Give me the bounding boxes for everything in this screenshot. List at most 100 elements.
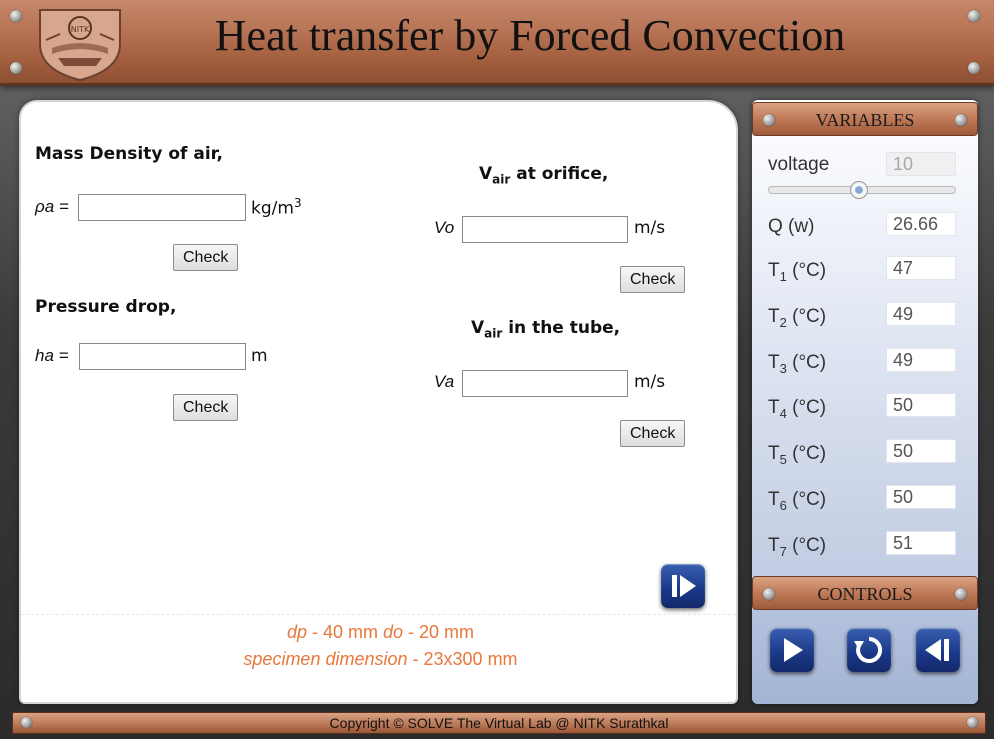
- header-banner: NITK Heat transfer by Forced Convection: [0, 0, 994, 86]
- temp-value-5: 50: [886, 439, 956, 463]
- orifice-check-button[interactable]: Check: [620, 266, 686, 293]
- next-step-button[interactable]: [661, 564, 705, 608]
- skip-forward-icon: [672, 575, 696, 597]
- density-heading: Mass Density of air,: [35, 144, 223, 164]
- q-label: Q (w): [768, 216, 815, 237]
- temp-value-6: 50: [886, 485, 956, 509]
- controls-area: CONTROLS: [752, 576, 978, 704]
- temp-label-post: (°C): [786, 260, 827, 281]
- controls-bar: CONTROLS: [752, 576, 978, 610]
- tube-label: Va: [434, 372, 455, 391]
- temp-label-post: (°C): [786, 489, 827, 510]
- screw-icon: [10, 62, 22, 74]
- temp-label-pre: T: [768, 535, 780, 556]
- nitk-logo: NITK: [36, 4, 124, 82]
- pressure-input[interactable]: [79, 343, 246, 370]
- svg-text:NITK: NITK: [71, 25, 90, 34]
- orifice-heading: Vair at orifice,: [479, 164, 608, 186]
- screw-icon: [10, 10, 22, 22]
- page-title: Heat transfer by Forced Convection: [214, 11, 846, 60]
- variables-title: VARIABLES: [815, 110, 915, 130]
- temp-label-sub: 3: [779, 360, 787, 376]
- note-dp-value: - 40 mm: [306, 622, 383, 642]
- density-unit: kg/m3: [251, 196, 302, 219]
- orifice-unit: m/s: [634, 218, 666, 238]
- step-back-icon: [925, 639, 949, 661]
- screw-icon: [955, 588, 967, 600]
- orifice-input[interactable]: [462, 216, 628, 243]
- tube-heading-main: V: [471, 318, 485, 338]
- temp-label-pre: T: [768, 397, 780, 418]
- temp-label-sub: 7: [779, 543, 787, 559]
- voltage-label: voltage: [768, 154, 830, 175]
- voltage-slider-thumb[interactable]: [850, 181, 868, 199]
- note-do: do: [383, 622, 404, 642]
- screw-icon: [968, 62, 980, 74]
- play-button[interactable]: [770, 628, 814, 672]
- pressure-label: ha =: [35, 346, 69, 365]
- tube-unit: m/s: [634, 372, 666, 392]
- tube-input[interactable]: [462, 370, 628, 397]
- tube-heading-sub: air: [484, 326, 503, 341]
- temp-label-3: T3 (°C): [768, 352, 826, 376]
- temp-label-post: (°C): [786, 535, 827, 556]
- orifice-heading-sub: air: [492, 172, 511, 187]
- dimension-note: dp - 40 mm do - 20 mm: [21, 622, 740, 643]
- pressure-unit: m: [251, 346, 268, 366]
- temp-label-sub: 6: [779, 497, 787, 513]
- orifice-heading-rest: at orifice,: [510, 164, 609, 184]
- temp-value-4: 50: [886, 393, 956, 417]
- temp-label-sub: 5: [779, 451, 787, 467]
- temp-label-pre: T: [768, 306, 780, 327]
- variables-bar: VARIABLES: [752, 102, 978, 136]
- screw-icon: [955, 114, 967, 126]
- temp-label-post: (°C): [786, 352, 827, 373]
- temp-label-pre: T: [768, 443, 780, 464]
- temp-label-sub: 2: [779, 314, 787, 330]
- tube-heading: Vair in the tube,: [471, 318, 620, 340]
- note-dp: dp: [286, 622, 307, 642]
- divider: [21, 614, 736, 615]
- temp-label-sub: 1: [779, 268, 787, 284]
- temp-label-sub: 4: [779, 405, 787, 421]
- temp-value-2: 49: [886, 302, 956, 326]
- temp-label-pre: T: [768, 260, 780, 281]
- voltage-value: 10: [886, 152, 956, 176]
- note-specimen: specimen dimension: [243, 649, 408, 669]
- temp-label-5: T5 (°C): [768, 443, 826, 467]
- reset-icon: [854, 636, 883, 663]
- temp-value-1: 47: [886, 256, 956, 280]
- density-unit-sup: 3: [293, 196, 302, 210]
- temp-label-post: (°C): [786, 397, 827, 418]
- density-input[interactable]: [78, 194, 246, 221]
- temp-label-pre: T: [768, 489, 780, 510]
- note-specimen-value: - 23x300 mm: [407, 649, 518, 669]
- temp-label-6: T6 (°C): [768, 489, 826, 513]
- copyright-text: Copyright © SOLVE The Virtual Lab @ NITK…: [329, 715, 669, 731]
- reset-button[interactable]: [847, 628, 891, 672]
- temp-label-4: T4 (°C): [768, 397, 826, 421]
- play-icon: [784, 638, 803, 662]
- screw-icon: [968, 10, 980, 22]
- side-panel: VARIABLES voltage 10 Q (w) 26.66 T1 (°C)…: [752, 100, 978, 704]
- main-panel: Mass Density of air, ρa = kg/m3 Check Pr…: [19, 100, 738, 704]
- pressure-check-button[interactable]: Check: [173, 394, 239, 421]
- temp-label-pre: T: [768, 352, 780, 373]
- temp-label-7: T7 (°C): [768, 535, 826, 559]
- screw-icon: [967, 717, 978, 728]
- density-check-button[interactable]: Check: [173, 244, 239, 271]
- temp-value-3: 49: [886, 348, 956, 372]
- screw-icon: [21, 717, 32, 728]
- screw-icon: [763, 588, 775, 600]
- tube-check-button[interactable]: Check: [620, 420, 686, 447]
- tube-heading-rest: in the tube,: [502, 318, 621, 338]
- q-value: 26.66: [886, 212, 956, 236]
- temp-label-post: (°C): [786, 306, 827, 327]
- temp-label-post: (°C): [786, 443, 827, 464]
- note-do-value: - 20 mm: [403, 622, 475, 642]
- controls-title: CONTROLS: [817, 584, 913, 604]
- pressure-heading: Pressure drop,: [35, 297, 177, 317]
- temp-label-1: T1 (°C): [768, 260, 826, 284]
- step-back-button[interactable]: [916, 628, 960, 672]
- screw-icon: [763, 114, 775, 126]
